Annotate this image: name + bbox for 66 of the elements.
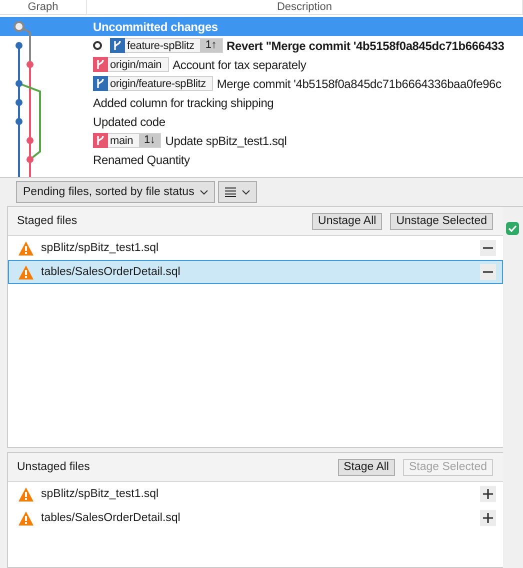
branch-label[interactable]: origin/main xyxy=(93,57,169,72)
commit-node xyxy=(26,156,34,163)
warning-icon xyxy=(18,240,34,256)
file-name: spBlitz/spBitz_test1.sql xyxy=(41,242,160,254)
branch-icon xyxy=(113,40,122,50)
branch-name: origin/feature-spBlitz xyxy=(110,78,207,90)
commit-message: Account for tax separately xyxy=(172,58,306,72)
commit-row[interactable]: origin/main Account for tax separately xyxy=(0,55,523,74)
commit-message: Revert "Merge commit '4b5158f0a845dc71b666433 xyxy=(226,38,504,52)
commit-message: Merge commit '4b5158f0a845dc71b6664336baa0fe96c xyxy=(216,76,502,90)
branch-name: feature-spBlitz xyxy=(127,40,196,52)
chevron-down-icon xyxy=(242,190,250,194)
column-header[interactable]: Description xyxy=(87,0,523,14)
branch-icon xyxy=(96,58,105,70)
minus-icon[interactable] xyxy=(480,240,496,256)
commit-row[interactable]: Updated code xyxy=(0,112,523,131)
list-view-button[interactable] xyxy=(218,181,258,203)
file-name: spBlitz/spBitz_test1.sql xyxy=(41,488,160,500)
file-name: tables/SalesOrderDetail.sql xyxy=(41,266,182,278)
warning-icon xyxy=(18,264,34,280)
commit-message: Added column for tracking shipping xyxy=(93,96,274,110)
stage-button[interactable]: Stage All xyxy=(338,458,395,476)
plus-icon[interactable] xyxy=(480,510,496,526)
panel-title: Staged files xyxy=(17,215,78,227)
branch-name: main xyxy=(110,134,134,146)
warning-icon xyxy=(18,510,34,526)
branch-label[interactable]: origin/feature-spBlitz xyxy=(93,76,213,91)
commit-message: Update spBitz_test1.sql xyxy=(165,134,287,148)
list-icon xyxy=(225,187,236,197)
file-row[interactable]: spBlitz/spBitz_test1.sql xyxy=(8,236,503,260)
branch-icon xyxy=(96,78,105,88)
commit-node xyxy=(26,61,34,68)
commit-message: Renamed Quantity xyxy=(93,152,190,166)
commit-node xyxy=(16,99,22,106)
column-header[interactable]: Graph xyxy=(0,0,87,14)
file-row[interactable]: tables/SalesOrderDetail.sql xyxy=(8,260,503,284)
warning-icon xyxy=(18,486,34,502)
commit-message: Uncommitted changes xyxy=(93,20,218,34)
ahead-behind-count: 1↑ xyxy=(200,39,222,52)
branch-label[interactable]: feature-spBlitz 1↑ xyxy=(110,38,223,53)
commit-row[interactable]: main 1↓ Update spBitz_test1.sql xyxy=(0,131,523,150)
branch-icon xyxy=(96,134,105,146)
branch-label[interactable]: main 1↓ xyxy=(93,133,162,148)
branch-name: origin/main xyxy=(110,58,163,70)
ahead-behind-count: 1↓ xyxy=(139,134,160,147)
commit-node xyxy=(16,118,22,125)
commit-node xyxy=(26,137,34,144)
commit-row[interactable]: Added column for tracking shipping xyxy=(0,93,523,112)
file-row[interactable]: spBlitz/spBitz_test1.sql xyxy=(8,482,503,506)
commit-row[interactable]: origin/feature-spBlitz Merge commit '4b5158f0a845dc71b6664336baa0fe96c xyxy=(0,74,523,93)
commit-row[interactable]: Renamed Quantity xyxy=(0,150,523,169)
file-row[interactable]: tables/SalesOrderDetail.sql xyxy=(8,506,503,530)
plus-icon[interactable] xyxy=(480,486,496,502)
commit-message: Updated code xyxy=(93,114,166,128)
chevron-down-icon xyxy=(200,190,208,194)
commit-row[interactable]: feature-spBlitz 1↑ Revert "Merge commit '4b5158f0a845dc71b666433 xyxy=(0,36,523,55)
commit-node xyxy=(16,42,22,49)
file-name: tables/SalesOrderDetail.sql xyxy=(41,512,182,524)
view-dropdown[interactable]: Pending files, sorted by file status xyxy=(16,181,216,203)
checkbox[interactable] xyxy=(506,222,519,235)
stage-button[interactable]: Unstage Selected xyxy=(390,212,493,230)
panel-title: Unstaged files xyxy=(17,461,91,474)
commit-node xyxy=(16,80,22,87)
uncommitted-node xyxy=(14,21,24,32)
stage-button[interactable]: Unstage All xyxy=(312,212,382,230)
minus-icon[interactable] xyxy=(480,264,496,280)
